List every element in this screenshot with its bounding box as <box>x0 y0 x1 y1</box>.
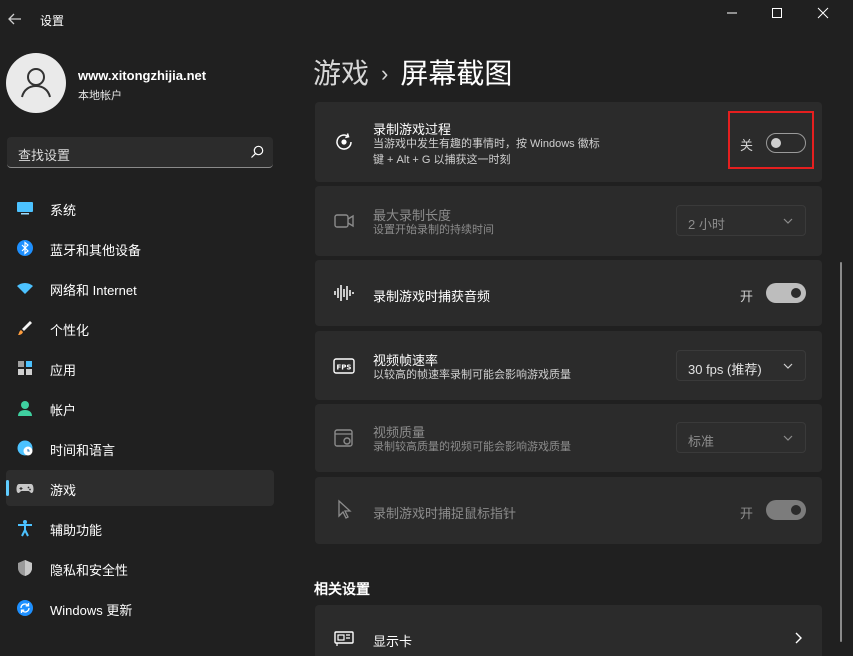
setting-capture-audio: 录制游戏时捕获音频 开 <box>315 260 822 326</box>
toggle-knob <box>791 288 801 298</box>
setting-title: 录制游戏时捕捉鼠标指针 <box>373 506 517 521</box>
mouse-cursor-toggle[interactable] <box>766 500 806 520</box>
sidebar-item-label: Windows 更新 <box>50 603 133 618</box>
title-bar: 设置 <box>0 0 853 40</box>
video-camera-icon <box>334 214 354 228</box>
wifi-icon <box>17 282 33 294</box>
chevron-down-icon <box>783 363 793 369</box>
highlight-box <box>728 111 814 169</box>
back-arrow-icon[interactable] <box>6 10 24 28</box>
scrollbar[interactable] <box>840 262 842 642</box>
sidebar-item-label: 辅助功能 <box>50 523 103 538</box>
setting-subtitle-line1: 当游戏中发生有趣的事情时，按 Windows 徽标 <box>373 138 600 150</box>
svg-text:FPS: FPS <box>337 364 352 372</box>
page-title: 屏幕截图 <box>400 58 513 89</box>
chevron-down-icon <box>783 218 793 224</box>
person-icon <box>18 401 32 416</box>
search-placeholder: 查找设置 <box>18 148 71 163</box>
sidebar-item-time-language[interactable]: 时间和语言 <box>6 430 274 466</box>
brush-icon <box>18 321 32 335</box>
video-quality-dropdown[interactable]: 标准 <box>676 422 806 453</box>
audio-wave-icon <box>334 285 354 301</box>
sidebar-item-label: 时间和语言 <box>50 443 116 458</box>
update-icon <box>17 600 33 616</box>
sidebar-item-accessibility[interactable]: 辅助功能 <box>6 510 274 546</box>
search-icon[interactable] <box>249 144 265 160</box>
shield-icon <box>18 560 32 576</box>
setting-subtitle: 以较高的帧速率录制可能会影响游戏质量 <box>373 369 571 381</box>
cursor-icon <box>338 499 352 519</box>
sidebar-item-windows-update[interactable]: Windows 更新 <box>6 590 274 626</box>
chevron-right-icon <box>795 632 802 644</box>
sidebar-item-label: 游戏 <box>50 483 77 498</box>
sidebar-item-label: 蓝牙和其他设备 <box>50 243 142 258</box>
max-length-dropdown[interactable]: 2 小时 <box>676 205 806 236</box>
dropdown-value: 2 小时 <box>688 217 725 232</box>
sidebar-item-accounts[interactable]: 帐户 <box>6 390 274 426</box>
fps-icon: FPS <box>333 358 355 374</box>
profile-account-type: 本地帐户 <box>78 90 122 102</box>
bluetooth-icon <box>17 240 33 256</box>
setting-title: 录制游戏时捕获音频 <box>373 289 491 304</box>
toggle-state-label: 开 <box>740 289 754 304</box>
sidebar-item-gaming[interactable]: 游戏 <box>6 470 274 506</box>
maximize-icon[interactable] <box>762 4 792 22</box>
avatar <box>6 53 66 113</box>
accessibility-icon <box>18 520 32 537</box>
dropdown-value: 标准 <box>688 434 715 449</box>
gamepad-icon <box>16 484 34 493</box>
window-title: 设置 <box>40 14 65 28</box>
sidebar-item-personalization[interactable]: 个性化 <box>6 310 274 346</box>
apps-icon <box>18 361 32 375</box>
setting-subtitle: 设置开始录制的持续时间 <box>373 224 494 236</box>
sidebar-item-label: 帐户 <box>50 403 77 418</box>
sidebar-item-label: 隐私和安全性 <box>50 563 129 578</box>
breadcrumb-separator: › <box>381 61 389 86</box>
setting-subtitle: 录制较高质量的视频可能会影响游戏质量 <box>373 441 571 453</box>
sidebar-item-label: 网络和 Internet <box>50 283 137 298</box>
sidebar-item-label: 应用 <box>50 363 77 378</box>
close-icon[interactable] <box>808 4 838 22</box>
sidebar-item-system[interactable]: 系统 <box>6 190 274 226</box>
sidebar-item-bluetooth[interactable]: 蓝牙和其他设备 <box>6 230 274 266</box>
sidebar-item-label: 个性化 <box>50 323 90 338</box>
related-settings-heading: 相关设置 <box>314 581 370 597</box>
related-display-card[interactable]: 显示卡 <box>315 605 822 656</box>
capture-audio-toggle[interactable] <box>766 283 806 303</box>
sidebar-item-network[interactable]: 网络和 Internet <box>6 270 274 306</box>
record-icon <box>336 133 352 150</box>
dropdown-value: 30 fps (推荐) <box>688 362 762 377</box>
toggle-knob <box>791 505 801 515</box>
sidebar-item-label: 系统 <box>50 203 77 218</box>
video-settings-icon <box>334 429 353 447</box>
toggle-state-label: 开 <box>740 506 754 521</box>
search-input[interactable]: 查找设置 <box>7 137 273 168</box>
sidebar-nav: 系统 蓝牙和其他设备 网络和 Internet 个性化 应用 帐户 时间和语言 … <box>6 190 274 630</box>
monitor-icon <box>17 202 33 215</box>
user-icon <box>21 68 51 98</box>
sidebar-item-privacy[interactable]: 隐私和安全性 <box>6 550 274 586</box>
minimize-icon[interactable] <box>717 4 747 22</box>
graphics-card-icon <box>334 631 354 646</box>
sidebar-item-apps[interactable]: 应用 <box>6 350 274 386</box>
profile-site: www.xitongzhijia.net <box>78 68 207 83</box>
related-item-label: 显示卡 <box>373 634 413 649</box>
breadcrumb: 游戏 › 屏幕截图 <box>313 52 512 92</box>
setting-subtitle-line2: 键 + Alt + G 以捕获这一时刻 <box>373 154 511 166</box>
frame-rate-dropdown[interactable]: 30 fps (推荐) <box>676 350 806 381</box>
globe-clock-icon <box>17 440 33 456</box>
active-indicator <box>6 480 9 496</box>
setting-mouse-cursor: 录制游戏时捕捉鼠标指针 开 <box>315 477 822 544</box>
chevron-down-icon <box>783 435 793 441</box>
breadcrumb-parent[interactable]: 游戏 <box>313 58 369 89</box>
